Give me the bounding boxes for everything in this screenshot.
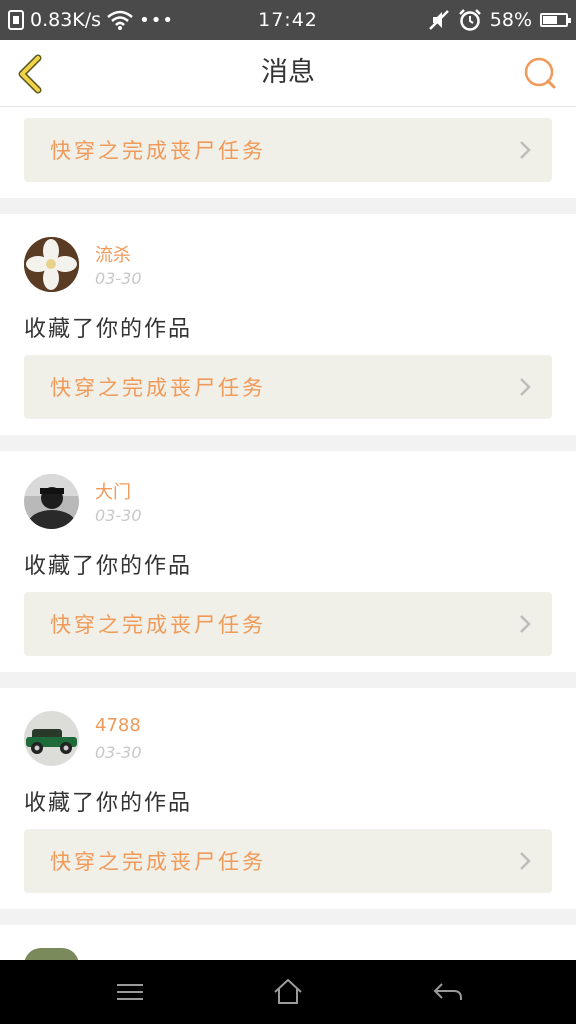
search-icon[interactable] [522,55,558,91]
network-speed: 0.83K/s [30,9,102,31]
more-dots-icon: ••• [139,9,174,31]
avatar[interactable] [24,474,79,529]
work-title: 快穿之完成丧尸任务 [50,850,266,874]
flower-avatar-icon [24,237,79,292]
message-date: 03-30 [95,506,142,525]
chevron-right-icon [520,141,531,159]
work-title: 快穿之完成丧尸任务 [50,376,266,400]
action-text: 收藏了你的作品 [24,791,193,816]
message-card: 大门 03-30 收藏了你的作品 快穿之完成丧尸任务 [0,451,576,672]
page-title: 消息 [261,57,315,88]
status-right: 58% [428,8,571,32]
chevron-right-icon [520,615,531,633]
app-header: 消息 [0,40,576,107]
avatar[interactable] [24,237,79,292]
wifi-icon [107,10,133,30]
mute-icon [428,10,449,30]
message-date: 03-30 [95,743,142,762]
work-link[interactable]: 快穿之完成丧尸任务 [24,118,552,182]
chevron-right-icon [520,378,531,396]
status-left: 0.83K/s ••• [8,9,428,31]
work-link[interactable]: 快穿之完成丧尸任务 [24,355,552,419]
work-title: 快穿之完成丧尸任务 [50,613,266,637]
message-date: 03-30 [95,269,142,288]
home-icon[interactable] [270,976,306,1008]
alarm-icon [458,9,481,31]
username[interactable]: 大门 [95,478,131,504]
action-text: 收藏了你的作品 [24,317,193,342]
status-bar: 0.83K/s ••• 17:42 58% [0,0,576,40]
menu-icon[interactable] [112,976,148,1008]
work-link[interactable]: 快穿之完成丧尸任务 [24,829,552,893]
username[interactable]: 4788 [95,715,141,736]
work-link[interactable]: 快穿之完成丧尸任务 [24,592,552,656]
back-icon[interactable] [430,976,466,1008]
person-avatar-icon [24,474,79,529]
message-card: 快穿之完成丧尸任务 [0,107,576,198]
message-card: 流杀 03-30 收藏了你的作品 快穿之完成丧尸任务 [0,214,576,435]
message-list[interactable]: 快穿之完成丧尸任务 流杀 03-30 收藏了你的作品 快穿之完成丧尸任务 大门 … [0,107,576,965]
system-nav-bar [0,960,576,1024]
work-title: 快穿之完成丧尸任务 [50,139,266,163]
action-text: 收藏了你的作品 [24,554,193,579]
username[interactable]: 流杀 [95,241,131,267]
avatar[interactable] [24,711,79,766]
battery-icon [540,13,571,27]
car-avatar-icon [24,711,79,766]
chevron-right-icon [520,852,531,870]
message-card: 4788 03-30 收藏了你的作品 快穿之完成丧尸任务 [0,688,576,909]
battery-percent: 58% [489,9,532,31]
sim-icon [8,10,24,30]
message-card [0,925,576,965]
